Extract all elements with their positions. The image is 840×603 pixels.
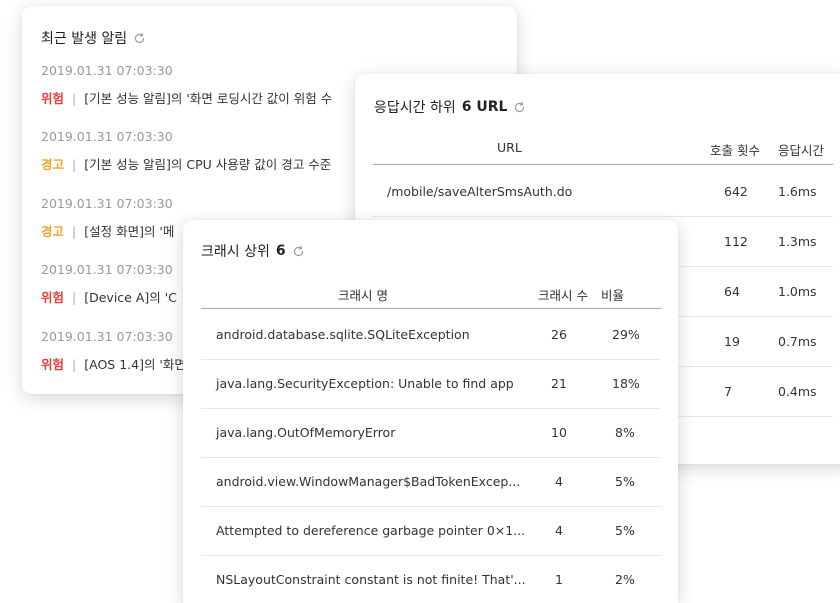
column-header-ratio: 비율: [601, 288, 625, 303]
slow-url-title: 응답시간 하위 6 URL: [374, 97, 526, 117]
crash-table-header: 크래시 명 크래시 수 비율: [201, 278, 661, 309]
top-crash-card: 크래시 상위 6 크래시 명 크래시 수 비율 android.database.…: [183, 220, 678, 603]
alert-message: [기본 성능 알림]의 '화면 로딩시간 값이 위험 수: [84, 91, 333, 106]
alert-level-badge: 경고: [41, 224, 65, 239]
alert-level-badge: 위험: [41, 91, 65, 106]
alert-message: [설정 화면]의 '메: [84, 224, 175, 239]
table-row[interactable]: java.lang.SecurityException: Unable to f…: [201, 359, 661, 409]
alert-message: [기본 성능 알림]의 CPU 사용량 값이 경고 수준: [84, 157, 332, 172]
top-crash-title: 크래시 상위 6: [201, 241, 305, 261]
table-row[interactable]: NSLayoutConstraint constant is not finit…: [201, 555, 661, 603]
alert-item[interactable]: 2019.01.31 07:03:30 위험 | [Device A]의 'C: [41, 262, 177, 306]
alert-level-badge: 경고: [41, 157, 65, 172]
alert-level-badge: 위험: [41, 290, 65, 305]
table-row[interactable]: Attempted to dereference garbage pointer…: [201, 506, 661, 556]
column-header-crash-name: 크래시 명: [338, 288, 388, 303]
alert-item[interactable]: 2019.01.31 07:03:30 경고 | [기본 성능 알림]의 CPU 사…: [41, 129, 331, 173]
alert-item[interactable]: 2019.01.31 07:03:30 위험 | [AOS 1.4]의 '화면: [41, 329, 186, 373]
alert-level-badge: 위험: [41, 357, 65, 372]
column-header-url: URL: [497, 140, 522, 155]
column-header-response-time: 응답시간: [778, 143, 825, 158]
refresh-icon[interactable]: [513, 101, 526, 114]
alert-message: [AOS 1.4]의 '화면: [84, 357, 186, 372]
column-header-calls: 호출 횟수: [710, 143, 760, 158]
refresh-icon[interactable]: [292, 245, 305, 258]
table-row[interactable]: /mobile/saveAlterSmsAuth.do 642 1.6ms: [373, 166, 833, 217]
column-header-crash-count: 크래시 수: [538, 288, 588, 303]
table-row[interactable]: android.view.WindowManager$BadTokenExcep…: [201, 457, 661, 507]
table-row[interactable]: android.database.sqlite.SQLiteException …: [201, 310, 661, 360]
alert-item[interactable]: 2019.01.31 07:03:30 경고 | [설정 화면]의 '메: [41, 196, 174, 240]
recent-alerts-title: 최근 발생 알림: [41, 28, 146, 48]
table-row[interactable]: java.lang.OutOfMemoryError 10 8%: [201, 408, 661, 458]
alert-message: [Device A]의 'C: [84, 290, 177, 305]
alert-item[interactable]: 2019.01.31 07:03:30 위험 | [기본 성능 알림]의 '화면 로…: [41, 63, 332, 107]
refresh-icon[interactable]: [133, 32, 146, 45]
url-table-header: URL 호출 횟수 응답시간: [373, 132, 833, 165]
